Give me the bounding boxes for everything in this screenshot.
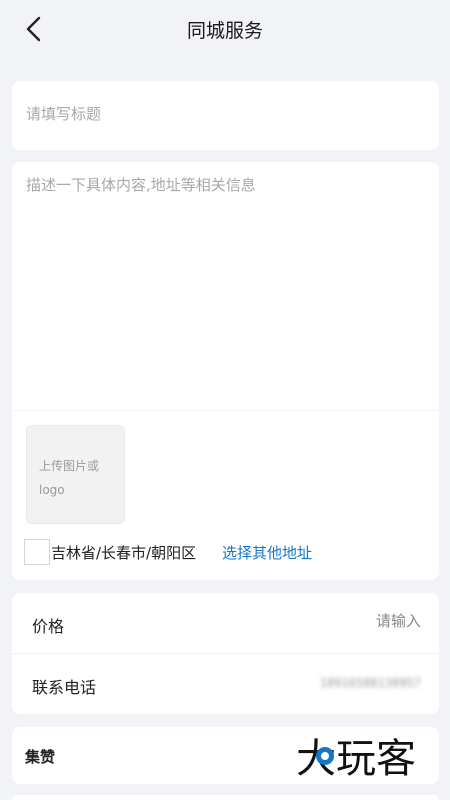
divider: [12, 410, 439, 411]
page-title: 同城服务: [186, 20, 263, 42]
title-card: [12, 81, 439, 150]
watermark-text: 大玩客: [296, 736, 416, 782]
description-card: 上传图片或logo 吉林省/长春市/朝阳区 选择其他地址: [12, 162, 439, 580]
price-row: 价格: [12, 593, 439, 653]
image-upload-button[interactable]: 上传图片或logo: [26, 425, 125, 524]
phone-input[interactable]: 18916588138957: [320, 676, 421, 690]
title-input[interactable]: [26, 105, 426, 123]
price-label: 价格: [32, 617, 65, 636]
location-checkbox[interactable]: [24, 539, 50, 565]
description-input[interactable]: [26, 174, 426, 399]
watermark-dot-center: [321, 752, 329, 760]
price-input[interactable]: [241, 612, 421, 630]
select-other-address-link[interactable]: 选择其他地址: [222, 542, 312, 563]
phone-row: 联系电话 18916588138957: [12, 654, 439, 714]
zan-label: 集赞: [25, 748, 56, 766]
header-bar: 同城服务: [0, 0, 450, 58]
current-location: 吉林省/长春市/朝阳区: [51, 544, 197, 562]
upload-label: 上传图片或logo: [39, 459, 100, 497]
bottom-card-edge: [12, 795, 439, 800]
form-card: 价格 联系电话 18916588138957: [12, 593, 439, 714]
watermark-logo: 大玩客: [296, 736, 416, 782]
phone-label: 联系电话: [32, 678, 97, 697]
